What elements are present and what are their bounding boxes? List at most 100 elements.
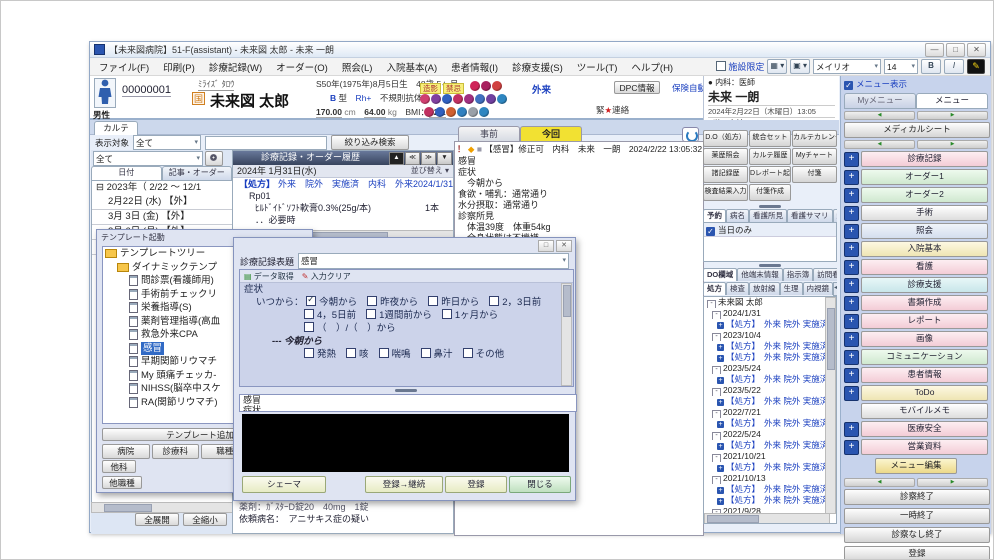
do-history-row[interactable]: 2023/10/4: [704, 330, 828, 341]
reservation-tab[interactable]: 病名: [726, 209, 749, 222]
do-history-row[interactable]: 【処方】外来 院外 実施済 内: [704, 352, 828, 363]
plus-icon[interactable]: +: [844, 440, 859, 455]
close-button[interactable]: ✕: [967, 43, 986, 57]
do-area-tab[interactable]: 指示簿: [783, 268, 814, 281]
gear-icon[interactable]: [205, 151, 223, 166]
session-action-button[interactable]: 診察なし終了: [844, 527, 990, 543]
menu-visible-checkbox[interactable]: ✓メニュー表示: [844, 78, 988, 90]
do-area-tab[interactable]: 訪問看護指示: [813, 268, 837, 281]
tree-toggle-icon[interactable]: [717, 465, 724, 472]
form-checkbox[interactable]: 今朝から: [306, 297, 357, 308]
italic-button[interactable]: I: [944, 59, 964, 74]
sidebar-menu-item[interactable]: + ToDo: [844, 385, 988, 401]
tree-toggle-icon[interactable]: [717, 377, 724, 384]
do-history-row[interactable]: 2021/10/13: [704, 473, 828, 484]
fetch-data-button[interactable]: ▤ データ取得: [244, 271, 294, 282]
shortcut-button[interactable]: カルテカレンダー: [792, 130, 837, 147]
menu-item[interactable]: 患者情報(I): [444, 61, 505, 76]
sidebar-menu-item[interactable]: + 診療記録: [844, 151, 988, 167]
do-history-row[interactable]: 2021/10/21: [704, 451, 828, 462]
order-type-tab[interactable]: 検査: [726, 282, 749, 295]
do-history-row[interactable]: 【処方】外来 院外 実施済 内: [704, 418, 828, 429]
form-checkbox[interactable]: 喘鳴: [379, 349, 411, 360]
filter-search-button[interactable]: 絞り込み検索: [331, 135, 409, 150]
form-checkbox[interactable]: （ ）/（ ）から: [304, 323, 396, 334]
plus-icon[interactable]: +: [844, 188, 859, 203]
sidebar-menu-item[interactable]: + レポート: [844, 313, 988, 329]
do-history-row[interactable]: 【処方】外来 院外 実施済 内: [704, 341, 828, 352]
sidebar-menu-item[interactable]: + 医療安全: [844, 421, 988, 437]
form-checkbox[interactable]: その他: [463, 349, 505, 360]
plus-icon[interactable]: +: [844, 242, 859, 257]
dialog-close-button[interactable]: ✕: [556, 240, 572, 252]
close-dialog-button[interactable]: 閉じる: [509, 476, 571, 493]
sidebar-menu-item[interactable]: + 画像: [844, 331, 988, 347]
plus-icon[interactable]: +: [844, 332, 859, 347]
tree-toggle-icon[interactable]: [717, 487, 724, 494]
next-page-button[interactable]: ≫: [421, 152, 436, 165]
shortcut-button[interactable]: 付箋: [792, 166, 837, 183]
tree-toggle-icon[interactable]: [717, 355, 724, 362]
other-role-button[interactable]: 他職種: [102, 476, 142, 489]
collapse-all-button[interactable]: 全縮小: [183, 513, 227, 526]
menu-item[interactable]: 照会(L): [335, 61, 380, 76]
order-type-tab[interactable]: 処方: [703, 282, 726, 295]
do-history-row[interactable]: 【処方】外来 院外 実施済 内: [704, 396, 828, 407]
do-area-tab[interactable]: DO欄域: [703, 268, 737, 281]
tree-toggle-icon[interactable]: [717, 443, 724, 450]
tab-prior[interactable]: 事前: [458, 126, 520, 142]
tree-date-row[interactable]: 3月 3日 (金) 【外】: [92, 210, 233, 225]
prev-page-button[interactable]: ≪: [405, 152, 420, 165]
plus-icon[interactable]: +: [844, 170, 859, 185]
do-patient-node[interactable]: 未来図 太郎: [704, 297, 836, 308]
category-hospital-button[interactable]: 病院: [102, 444, 150, 459]
rp-header-line[interactable]: 【処方】 外来 院外 実施済 内科 外来 2024/1/31: [233, 178, 453, 190]
tree-toggle-icon[interactable]: [717, 344, 724, 351]
shortcut-button[interactable]: 検査結果入力: [703, 184, 748, 201]
record-title-select[interactable]: 感冒▾: [298, 253, 569, 269]
filter-search-input[interactable]: [205, 136, 327, 150]
shortcut-button[interactable]: Dレポート起動: [749, 166, 791, 183]
menu-item[interactable]: 入院基本(A): [379, 61, 444, 76]
tree-toggle-icon[interactable]: [712, 432, 721, 440]
highlight-pen-button[interactable]: ✎: [967, 59, 985, 74]
do-history-row[interactable]: 2023/5/24: [704, 363, 828, 374]
plus-icon[interactable]: +: [844, 224, 859, 239]
splitter-handle[interactable]: [703, 203, 837, 209]
menu-item[interactable]: オーダー(O): [269, 61, 335, 76]
tree-toggle-icon[interactable]: [712, 410, 721, 418]
form-checkbox[interactable]: 昨夜から: [367, 297, 418, 308]
sidebar-menu-item[interactable]: + 営業資料: [844, 439, 988, 455]
form-checkbox[interactable]: 4，5日前: [304, 310, 356, 321]
scroll-top-button[interactable]: ▲: [389, 152, 404, 165]
menu-item[interactable]: 印刷(P): [156, 61, 202, 76]
shortcut-button[interactable]: Myチャート: [792, 148, 837, 165]
plus-icon[interactable]: +: [844, 368, 859, 383]
do-history-row[interactable]: 【処方】外来 院外 実施済 内: [704, 319, 828, 330]
do-vscrollbar[interactable]: [825, 297, 836, 514]
expand-all-button[interactable]: 全展開: [135, 513, 179, 526]
tree-toggle-icon[interactable]: [717, 498, 724, 505]
medical-sheet-button[interactable]: メディカルシート: [844, 122, 990, 138]
template-dropdown-button[interactable]: ▣ ▾: [790, 59, 810, 74]
sidebar-menu-item[interactable]: + 書類作成: [844, 295, 988, 311]
order-type-tab[interactable]: 放射線: [749, 282, 780, 295]
menu-item[interactable]: ヘルプ(H): [624, 61, 680, 76]
do-history-row[interactable]: 2022/5/24: [704, 429, 828, 440]
soap-entry-header[interactable]: ！ ◆ ■ 【感冒】修正可 内科 未来 一朗 2024/2/22 13:05:3…: [455, 142, 703, 156]
do-history-row[interactable]: 【処方】外来 院外 実施済 内: [704, 495, 828, 506]
clear-input-button[interactable]: ✎ 入力クリア: [302, 271, 351, 282]
sidebar-menu-item[interactable]: + モバイルメモ: [844, 403, 988, 419]
stamp-dropdown-button[interactable]: ▦ ▾: [767, 59, 787, 74]
tree-toggle-icon[interactable]: [712, 333, 721, 341]
plus-icon[interactable]: +: [844, 350, 859, 365]
do-history-row[interactable]: 2023/5/22: [704, 385, 828, 396]
plus-icon[interactable]: +: [844, 260, 859, 275]
tree-toggle-icon[interactable]: [712, 476, 721, 484]
tree-root-row[interactable]: ⊟ 2023年（ 2/22 ～ 12/1: [92, 181, 233, 195]
rp-usage-line[interactable]: ．．必要時: [233, 214, 453, 226]
menu-item[interactable]: ファイル(F): [92, 61, 156, 76]
menu-pager[interactable]: ◀▶: [844, 140, 988, 149]
form-checkbox[interactable]: 1ヶ月から: [442, 310, 498, 321]
tree-toggle-icon[interactable]: [712, 311, 721, 319]
